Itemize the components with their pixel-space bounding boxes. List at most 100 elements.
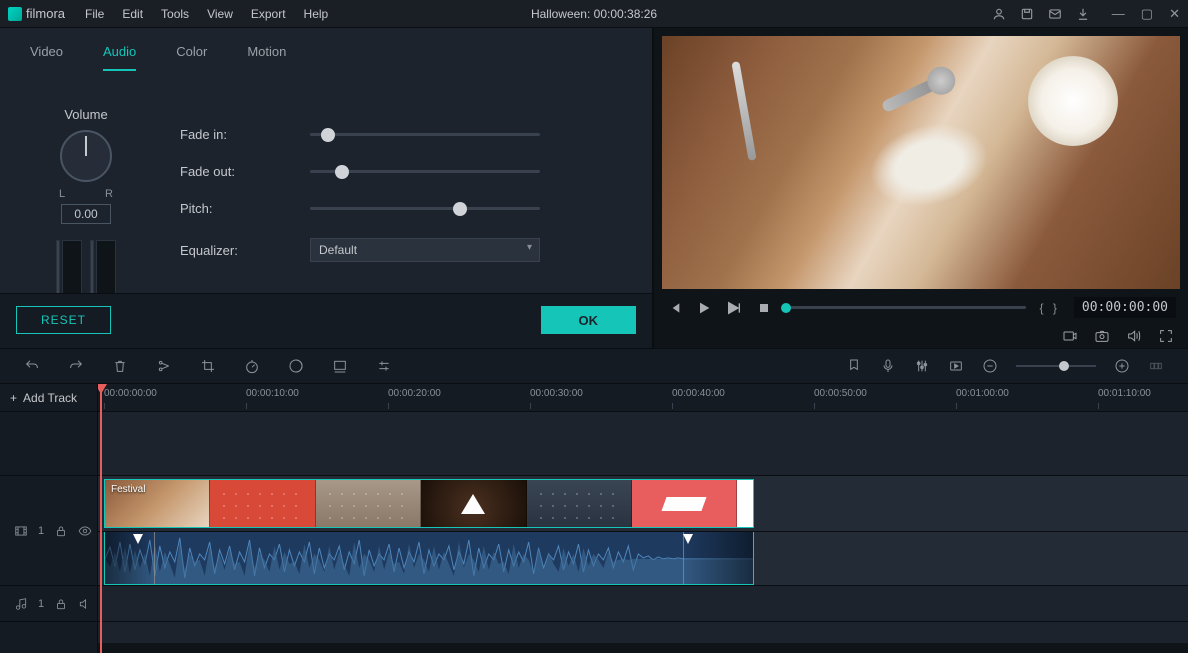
ok-button[interactable]: OK [541, 306, 637, 334]
account-icon[interactable] [992, 7, 1006, 21]
fade-out-label: Fade out: [180, 164, 310, 179]
video-clip[interactable] [316, 480, 421, 527]
ruler-tick: 00:00:40:00 [672, 388, 725, 399]
video-clip[interactable] [527, 480, 632, 527]
ruler-tick: 00:00:50:00 [814, 388, 867, 399]
volume-label: Volume [16, 107, 156, 122]
track-headers: + Add Track 1 1 [0, 384, 98, 653]
speed-icon[interactable] [244, 358, 260, 374]
equalizer-select[interactable]: Default [310, 238, 540, 262]
track-lane-overlay[interactable] [98, 412, 1188, 476]
window-maximize[interactable]: ▢ [1141, 6, 1153, 22]
lock-icon[interactable] [54, 524, 68, 538]
timeline-scrollbar[interactable] [98, 643, 1188, 653]
menu-export[interactable]: Export [251, 7, 286, 21]
tab-audio[interactable]: Audio [103, 44, 136, 71]
tab-color[interactable]: Color [176, 44, 207, 71]
plus-icon: + [10, 391, 17, 405]
mute-icon[interactable] [78, 597, 92, 611]
project-name: Halloween: [531, 7, 590, 21]
video-clip-group[interactable]: Festival [104, 479, 754, 528]
adjust-icon[interactable] [376, 358, 392, 374]
zoom-in-icon[interactable] [1114, 358, 1130, 374]
track-lane-linked-audio[interactable] [98, 532, 1188, 586]
channel-right-label: R [105, 188, 113, 200]
preview-viewport [662, 36, 1180, 289]
window-close[interactable]: ✕ [1169, 6, 1180, 22]
tab-video[interactable]: Video [30, 44, 63, 71]
eye-icon[interactable] [78, 524, 92, 538]
channel-left-label: L [59, 188, 65, 200]
save-icon[interactable] [1020, 7, 1034, 21]
add-track-button[interactable]: + Add Track [0, 384, 97, 412]
zoom-out-icon[interactable] [982, 358, 998, 374]
filmora-logo-icon [8, 7, 22, 21]
properties-panel: Video Audio Color Motion Volume L R Fade … [0, 28, 654, 348]
ruler-tick: 00:01:10:00 [1098, 388, 1151, 399]
stop-icon[interactable] [756, 300, 772, 316]
ruler-tick: 00:00:10:00 [246, 388, 299, 399]
property-tabs: Video Audio Color Motion [0, 28, 652, 75]
menu-tools[interactable]: Tools [161, 7, 189, 21]
prev-frame-icon[interactable] [666, 300, 682, 316]
crop-icon[interactable] [200, 358, 216, 374]
music-note-icon [14, 597, 28, 611]
lock-icon[interactable] [54, 597, 68, 611]
quality-icon[interactable] [1062, 328, 1078, 344]
menu-edit[interactable]: Edit [122, 7, 143, 21]
record-voice-icon[interactable] [880, 358, 896, 374]
audio-mixer-icon[interactable] [914, 358, 930, 374]
preview-seekbar[interactable] [786, 306, 1026, 309]
window-minimize[interactable]: — [1112, 6, 1125, 22]
next-frame-icon[interactable] [726, 300, 742, 316]
menu-file[interactable]: File [85, 7, 104, 21]
track-header-video[interactable]: 1 [0, 476, 97, 586]
delete-icon[interactable] [112, 358, 128, 374]
track-lane-video[interactable]: Festival [98, 476, 1188, 532]
track-lane-music[interactable] [98, 586, 1188, 622]
message-icon[interactable] [1048, 7, 1062, 21]
preview-frame [662, 36, 1180, 289]
audio-clip[interactable] [104, 532, 754, 585]
app-logo: filmora [8, 6, 65, 21]
video-track-number: 1 [38, 525, 44, 537]
menu-view[interactable]: View [207, 7, 233, 21]
fade-out-slider[interactable] [310, 170, 540, 173]
marker-icon[interactable] [846, 358, 862, 374]
playhead[interactable] [100, 384, 102, 653]
color-icon[interactable] [288, 358, 304, 374]
split-icon[interactable] [156, 358, 172, 374]
tab-motion[interactable]: Motion [247, 44, 286, 71]
download-icon[interactable] [1076, 7, 1090, 21]
timeline-toolbar [0, 348, 1188, 384]
zoom-fit-icon[interactable] [1148, 358, 1164, 374]
preview-timecode: 00:00:00:00 [1074, 297, 1176, 318]
volume-value-input[interactable] [61, 204, 111, 224]
render-icon[interactable] [948, 358, 964, 374]
video-clip[interactable] [210, 480, 315, 527]
video-clip[interactable] [737, 480, 753, 527]
add-track-label: Add Track [23, 391, 77, 405]
ruler-tick: 00:01:00:00 [956, 388, 1009, 399]
video-clip[interactable] [632, 480, 737, 527]
fullscreen-icon[interactable] [1158, 328, 1174, 344]
reset-button[interactable]: RESET [16, 306, 111, 334]
video-clip[interactable] [421, 480, 526, 527]
volume-icon[interactable] [1126, 328, 1142, 344]
undo-icon[interactable] [24, 358, 40, 374]
in-out-markers[interactable]: { } [1040, 301, 1060, 315]
zoom-slider[interactable] [1016, 365, 1096, 367]
redo-icon[interactable] [68, 358, 84, 374]
fade-in-label: Fade in: [180, 127, 310, 142]
volume-knob[interactable] [60, 130, 112, 182]
track-header-audio[interactable]: 1 [0, 586, 97, 622]
play-icon[interactable] [696, 300, 712, 316]
green-screen-icon[interactable] [332, 358, 348, 374]
time-ruler[interactable]: 00:00:00:00 00:00:10:00 00:00:20:00 00:0… [98, 384, 1188, 412]
snapshot-icon[interactable] [1094, 328, 1110, 344]
track-area[interactable]: 00:00:00:00 00:00:10:00 00:00:20:00 00:0… [98, 384, 1188, 653]
clip-label: Festival [111, 484, 145, 495]
fade-in-slider[interactable] [310, 133, 540, 136]
pitch-slider[interactable] [310, 207, 540, 210]
menu-help[interactable]: Help [304, 7, 329, 21]
